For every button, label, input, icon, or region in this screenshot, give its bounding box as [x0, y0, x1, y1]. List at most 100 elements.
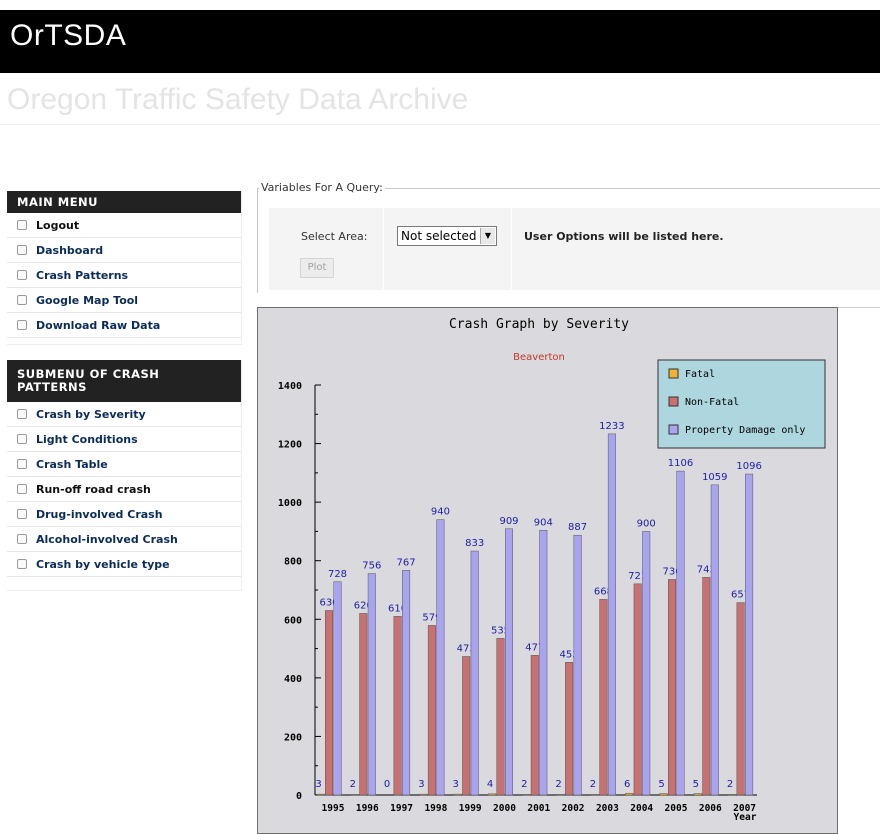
select-area-label: Select Area:: [301, 230, 368, 243]
submenu-item-label: Crash by vehicle type: [36, 557, 170, 571]
x-tick-label: 2004: [630, 803, 653, 814]
submenu-item-label: Light Conditions: [36, 432, 138, 446]
bullet-icon: [17, 559, 27, 569]
bar-value-label: 3: [453, 779, 459, 790]
user-options-text: User Options will be listed here.: [524, 230, 724, 243]
bar-value-label: 1096: [736, 461, 761, 472]
bar-value-label: 3: [418, 779, 424, 790]
bar-property-damage-only: [676, 470, 685, 796]
menu-item-label: Logout: [36, 218, 80, 232]
legend-swatch: [668, 424, 679, 435]
submenu-item-run-off-road-crash[interactable]: Run-off road crash: [7, 477, 241, 502]
submenu-item-crash-by-severity[interactable]: Crash by Severity: [7, 402, 241, 427]
query-legend: Variables For A Query:: [259, 181, 385, 194]
y-tick-label: 1200: [278, 440, 302, 451]
x-tick-label: 2001: [527, 803, 550, 814]
bar-fatal: [522, 794, 531, 796]
menu-item-google-map-tool[interactable]: Google Map Tool: [7, 288, 241, 313]
submenu-item-drug-involved-crash[interactable]: Drug-involved Crash: [7, 502, 241, 527]
bar-value-label: 2: [521, 779, 527, 790]
submenu-item-label: Crash Table: [36, 457, 108, 471]
bar-fatal: [693, 793, 702, 796]
bullet-icon: [17, 220, 27, 230]
y-tick-label: 200: [284, 732, 302, 743]
legend-label: Fatal: [685, 369, 715, 380]
bar-value-label: 833: [465, 538, 484, 549]
column-divider: [511, 208, 512, 290]
bar-value-label: 2: [350, 779, 356, 790]
bar-value-label: 909: [499, 516, 518, 527]
submenu-item-crash-table[interactable]: Crash Table: [7, 452, 241, 477]
bar-value-label: 940: [431, 507, 450, 518]
bar-property-damage-only: [745, 473, 754, 796]
query-panel: [269, 208, 880, 290]
bullet-icon: [17, 509, 27, 519]
bar-non-fatal: [496, 638, 505, 796]
bar-property-damage-only: [710, 484, 719, 796]
bar-value-label: 2: [590, 779, 596, 790]
y-tick-label: 1000: [278, 498, 302, 509]
bar-fatal: [590, 794, 599, 796]
submenu-item-crash-by-vehicle-type[interactable]: Crash by vehicle type: [7, 552, 241, 577]
header-bar: [0, 10, 880, 73]
bullet-icon: [17, 245, 27, 255]
bullet-icon: [17, 320, 27, 330]
header-divider: [0, 124, 880, 125]
bar-non-fatal: [427, 625, 436, 796]
bar-value-label: 5: [658, 779, 664, 790]
bar-non-fatal: [530, 655, 539, 796]
x-axis-title: Year: [734, 812, 757, 823]
menu-item-label: Download Raw Data: [36, 318, 161, 332]
bar-value-label: 2: [555, 779, 561, 790]
bar-property-damage-only: [539, 530, 548, 796]
x-tick-label: 2005: [665, 803, 688, 814]
y-tick-label: 600: [284, 615, 302, 626]
bar-value-label: 904: [534, 517, 553, 528]
x-tick-label: 1998: [424, 803, 447, 814]
x-tick-label: 2003: [596, 803, 619, 814]
menu-item-logout[interactable]: Logout: [7, 213, 241, 238]
main-menu-title: MAIN MENU: [7, 191, 241, 213]
x-tick-label: 2000: [493, 803, 516, 814]
area-select[interactable]: Not selected ▼: [397, 226, 497, 246]
app-subtitle: Oregon Traffic Safety Data Archive: [7, 83, 469, 116]
bar-non-fatal: [565, 662, 574, 796]
column-divider: [383, 208, 384, 290]
submenu-item-label: Drug-involved Crash: [36, 507, 163, 521]
menu-item-label: Dashboard: [36, 243, 104, 257]
bar-property-damage-only: [436, 519, 445, 796]
plot-button[interactable]: Plot: [300, 258, 334, 278]
bar-property-damage-only: [367, 573, 376, 796]
bar-non-fatal: [462, 656, 471, 796]
bar-non-fatal: [325, 610, 333, 796]
sub-menu-title: SUBMENU OF CRASH PATTERNS: [7, 360, 241, 402]
submenu-item-alcohol-involved-crash[interactable]: Alcohol-involved Crash: [7, 527, 241, 552]
bullet-icon: [17, 295, 27, 305]
legend-swatch: [668, 368, 679, 379]
bar-value-label: 1059: [702, 472, 727, 483]
bullet-icon: [17, 270, 27, 280]
submenu-item-label: Alcohol-involved Crash: [36, 532, 178, 546]
menu-item-download-raw-data[interactable]: Download Raw Data: [7, 313, 241, 338]
main-menu: MAIN MENU Logout Dashboard Crash Pattern…: [7, 191, 242, 345]
bar-property-damage-only: [573, 534, 582, 796]
y-tick-label: 800: [284, 557, 302, 568]
menu-item-crash-patterns[interactable]: Crash Patterns: [7, 263, 241, 288]
bar-fatal: [556, 794, 565, 796]
bar-fatal: [316, 793, 325, 796]
x-tick-label: 1995: [322, 803, 345, 814]
bar-value-label: 1233: [599, 421, 624, 432]
submenu-item-light-conditions[interactable]: Light Conditions: [7, 427, 241, 452]
bar-value-label: 1106: [668, 458, 693, 469]
bar-value-label: 728: [328, 569, 347, 580]
bullet-icon: [17, 434, 27, 444]
bar-value-label: 6: [624, 779, 630, 790]
bullet-icon: [17, 459, 27, 469]
x-tick-label: 2002: [562, 803, 585, 814]
bar-non-fatal: [633, 583, 642, 796]
bar-fatal: [625, 792, 634, 796]
menu-item-dashboard[interactable]: Dashboard: [7, 238, 241, 263]
dropdown-arrow-icon: ▼: [480, 228, 495, 244]
area-select-value: Not selected: [401, 229, 477, 243]
bar-property-damage-only: [402, 570, 411, 796]
